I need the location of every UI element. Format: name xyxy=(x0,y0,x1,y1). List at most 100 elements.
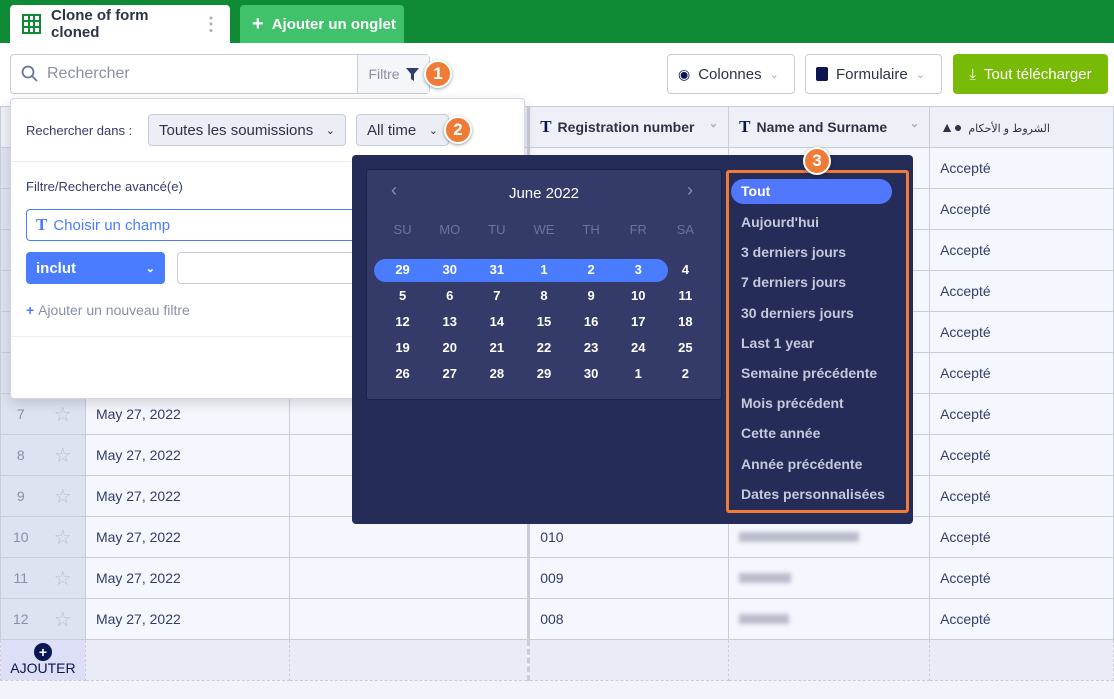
calendar-day[interactable]: 24 xyxy=(615,335,662,361)
filter-button[interactable]: Filtre xyxy=(357,55,429,93)
empty-cell xyxy=(288,557,530,599)
chevron-down-icon: ⌄ xyxy=(325,124,335,137)
document-icon xyxy=(816,67,828,81)
calendar-day[interactable]: 1 xyxy=(520,257,567,283)
weekday-label: TU xyxy=(488,222,506,237)
calendar-day[interactable]: 1 xyxy=(615,361,662,387)
calendar-day[interactable]: 19 xyxy=(379,335,426,361)
calendar-day[interactable]: 6 xyxy=(426,283,473,309)
funnel-icon xyxy=(405,67,419,81)
calendar-day[interactable]: 29 xyxy=(520,361,567,387)
calendar-day[interactable]: 9 xyxy=(568,283,615,309)
calendar-day[interactable]: 2 xyxy=(662,361,709,387)
date-preset-option[interactable]: 3 derniers jours xyxy=(729,237,906,267)
row-number: 10 xyxy=(0,516,41,558)
terms-cell: Accepté xyxy=(929,434,1114,476)
chevron-down-icon: ⌄ xyxy=(145,262,155,275)
calendar-day[interactable]: 25 xyxy=(662,335,709,361)
date-preset-option[interactable]: Année précédente xyxy=(729,449,906,479)
advanced-filter-label: Filtre/Recherche avancé(e) xyxy=(26,179,183,194)
star-icon[interactable]: ☆ xyxy=(40,598,86,640)
next-month-icon[interactable]: › xyxy=(687,180,693,201)
select-value: All time xyxy=(367,121,417,139)
search-box: Rechercher Filtre xyxy=(10,54,430,94)
date-preset-option[interactable]: Last 1 year xyxy=(729,328,906,358)
calendar-day[interactable]: 16 xyxy=(568,309,615,335)
search-in-select[interactable]: Toutes les soumissions ⌄ xyxy=(148,114,346,146)
weekday-label: MO xyxy=(439,222,461,237)
date-preset-option[interactable]: Tout xyxy=(731,179,892,204)
calendar-day[interactable]: 3 xyxy=(615,257,662,283)
calendar-day[interactable]: 4 xyxy=(662,257,709,283)
date-preset-option[interactable]: 7 derniers jours xyxy=(729,267,906,297)
search-in-label: Rechercher dans : xyxy=(26,123,133,138)
star-icon[interactable]: ☆ xyxy=(40,434,86,476)
date-preset-option[interactable]: Mois précédent xyxy=(729,388,906,418)
terms-cell: Accepté xyxy=(929,311,1114,353)
tab-label: Clone of form cloned xyxy=(51,7,149,41)
chevron-down-icon[interactable]: ⌄ xyxy=(910,117,919,130)
row-number: 9 xyxy=(0,475,41,517)
calendar-day[interactable]: 28 xyxy=(473,361,520,387)
star-icon[interactable]: ☆ xyxy=(40,516,86,558)
calendar-day[interactable]: 14 xyxy=(473,309,520,335)
table-row[interactable]: 12 ☆ May 27, 2022 008 Accepté xyxy=(0,598,1114,640)
terms-cell: Accepté xyxy=(929,598,1114,640)
calendar-day[interactable]: 8 xyxy=(520,283,567,309)
calendar-day[interactable]: 12 xyxy=(379,309,426,335)
date-preset-option[interactable]: Semaine précédente xyxy=(729,358,906,388)
date-preset-option[interactable]: Dates personnalisées xyxy=(729,479,906,509)
calendar-day[interactable]: 30 xyxy=(426,257,473,283)
calendar-day[interactable]: 18 xyxy=(662,309,709,335)
time-range-select[interactable]: All time ⌄ xyxy=(356,114,449,146)
header-label: الشروط و الأحكام xyxy=(968,123,1050,135)
calendar-day[interactable]: 23 xyxy=(568,335,615,361)
chevron-down-icon[interactable]: ⌄ xyxy=(709,117,718,130)
download-label: Tout télécharger xyxy=(984,65,1092,83)
month-title: June 2022 xyxy=(508,185,580,202)
calendar-day[interactable]: 29 xyxy=(379,257,426,283)
add-row-button[interactable]: + AJOUTER xyxy=(0,639,86,681)
form-label: Formulaire xyxy=(836,65,908,83)
column-header-name[interactable]: T Name and Surname ⌄ xyxy=(728,106,931,148)
filter-value-input[interactable] xyxy=(177,252,357,284)
date-preset-option[interactable]: Cette année xyxy=(729,418,906,448)
calendar-day[interactable]: 7 xyxy=(473,283,520,309)
calendar-day[interactable]: 11 xyxy=(662,283,709,309)
choose-field-select[interactable]: T Choisir un champ xyxy=(26,209,366,241)
step-badge-2: 2 xyxy=(444,116,472,144)
operator-select[interactable]: inclut ⌄ xyxy=(26,252,165,284)
table-row[interactable]: 11 ☆ May 27, 2022 009 Accepté xyxy=(0,557,1114,599)
calendar-day[interactable]: 31 xyxy=(473,257,520,283)
calendar-day[interactable]: 30 xyxy=(568,361,615,387)
star-icon[interactable]: ☆ xyxy=(40,393,86,435)
star-icon[interactable]: ☆ xyxy=(40,475,86,517)
weekday-label: SU xyxy=(393,222,412,237)
calendar-day[interactable]: 17 xyxy=(615,309,662,335)
search-input[interactable]: Rechercher xyxy=(47,65,357,83)
calendar-day[interactable]: 22 xyxy=(520,335,567,361)
add-filter-link[interactable]: + Ajouter un nouveau filtre xyxy=(26,302,190,318)
columns-button[interactable]: ◉ Colonnes ⌄ xyxy=(667,54,795,94)
more-icon[interactable]: ⋮ xyxy=(202,15,220,33)
calendar-day[interactable]: 21 xyxy=(473,335,520,361)
add-tab-button[interactable]: + Ajouter un onglet xyxy=(240,5,404,43)
calendar-day[interactable]: 13 xyxy=(426,309,473,335)
calendar-day[interactable]: 15 xyxy=(520,309,567,335)
column-header-registration[interactable]: T Registration number ⌄ xyxy=(527,106,730,148)
add-tab-label: Ajouter un onglet xyxy=(271,15,396,33)
download-all-button[interactable]: ⤓ Tout télécharger xyxy=(953,54,1108,94)
calendar-day[interactable]: 2 xyxy=(568,257,615,283)
tab-form[interactable]: Clone of form cloned ⋮ xyxy=(10,5,230,43)
star-icon[interactable]: ☆ xyxy=(40,557,86,599)
calendar-day[interactable]: 26 xyxy=(379,361,426,387)
calendar-day[interactable]: 10 xyxy=(615,283,662,309)
column-header-terms[interactable]: ▲● الشروط و الأحكام xyxy=(929,106,1114,148)
date-preset-option[interactable]: 30 derniers jours xyxy=(729,298,906,328)
calendar-day[interactable]: 20 xyxy=(426,335,473,361)
form-button[interactable]: Formulaire ⌄ xyxy=(805,54,942,94)
calendar-day[interactable]: 5 xyxy=(379,283,426,309)
weekday-label: TH xyxy=(582,222,600,237)
date-preset-option[interactable]: Aujourd'hui xyxy=(729,207,906,237)
calendar-day[interactable]: 27 xyxy=(426,361,473,387)
